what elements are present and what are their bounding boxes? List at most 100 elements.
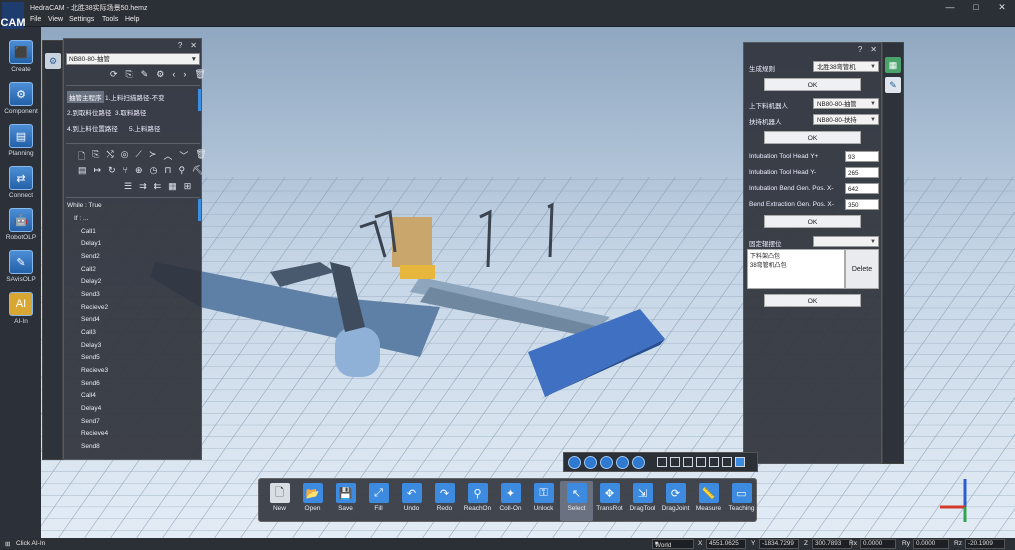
code-line[interactable]: Recieve3 <box>81 367 108 374</box>
code-line[interactable]: Send3 <box>81 291 100 298</box>
code-line[interactable]: Call1 <box>81 228 96 235</box>
drag-joint-button[interactable]: ⟳ DragJoint <box>659 481 692 521</box>
unlock-button[interactable]: ⚿ Unlock <box>527 481 560 521</box>
coll-on-button[interactable]: ✦ Coll-On <box>494 481 527 521</box>
holder-robot-select[interactable]: NB80-80-扶持 ▼ <box>813 114 879 125</box>
code-line[interactable]: Call2 <box>81 266 96 273</box>
io-icon[interactable]: ⊕ <box>135 165 143 176</box>
ok-button-1[interactable]: OK <box>764 78 861 91</box>
redo-button[interactable]: ↷ Redo <box>428 481 461 521</box>
trans-rot-button[interactable]: ✥ TransRot <box>593 481 626 521</box>
ok-button-3[interactable]: OK <box>764 215 861 228</box>
maximize-button[interactable]: □ <box>963 0 989 15</box>
grid-icon[interactable]: ▦ <box>168 181 177 192</box>
list-item[interactable]: 38弯管机凸包 <box>750 260 842 269</box>
view-front-icon[interactable] <box>568 455 581 469</box>
code-line[interactable]: Call3 <box>81 329 96 336</box>
roller-list[interactable]: 下料架凸包 38弯管机凸包 <box>747 249 845 289</box>
sidebar-item-savisolp[interactable]: ✎ SAvisOLP <box>3 250 39 283</box>
edit-icon[interactable]: ✎ <box>141 69 149 80</box>
help-icon[interactable]: ? <box>178 41 182 50</box>
layout-7-icon[interactable] <box>735 457 745 467</box>
ok-button-2[interactable]: OK <box>764 131 861 144</box>
reach-on-button[interactable]: ⚲ ReachOn <box>461 481 494 521</box>
delete-icon[interactable]: 🗑 <box>194 69 205 80</box>
tool-head-y-plus-input[interactable]: 93 <box>845 151 879 162</box>
teaching-button[interactable]: ▭ Teaching <box>725 481 758 521</box>
drag-tool-button[interactable]: ⇲ DragTool <box>626 481 659 521</box>
view-side-icon[interactable] <box>600 455 613 469</box>
code-line[interactable]: Send6 <box>81 380 100 387</box>
branch-icon[interactable]: ⑂ <box>123 165 128 176</box>
undo-button[interactable]: ↶ Undo <box>395 481 428 521</box>
set-icon[interactable]: ⇉ <box>139 181 147 192</box>
code-line[interactable]: Delay1 <box>81 240 101 247</box>
minimize-button[interactable]: — <box>937 0 963 15</box>
trash-icon[interactable]: 🗑 <box>195 149 206 165</box>
copy-icon[interactable]: ⎘ <box>126 69 133 80</box>
select-button[interactable]: ↖ Select <box>560 481 593 521</box>
tab-path-4[interactable]: 4.到上料位置路径 <box>67 123 118 133</box>
menu-help[interactable]: Help <box>125 16 139 23</box>
sidebar-item-component[interactable]: ⚙ Component <box>3 82 39 115</box>
code-line[interactable]: Recieve2 <box>81 304 108 311</box>
code-line[interactable]: Send5 <box>81 354 100 361</box>
menu-file[interactable]: File <box>30 16 41 23</box>
menu-view[interactable]: View <box>48 16 63 23</box>
close-icon[interactable]: ✕ <box>190 41 197 50</box>
ok-button-4[interactable]: OK <box>764 294 861 307</box>
tab-path-5[interactable]: 5.上料路径 <box>129 123 160 133</box>
menu-tools[interactable]: Tools <box>102 16 118 23</box>
list-icon[interactable]: ☰ <box>124 181 132 192</box>
menu-settings[interactable]: Settings <box>69 16 94 23</box>
fill-button[interactable]: ⤢ Fill <box>362 481 395 521</box>
refresh-icon[interactable]: ⟳ <box>110 69 118 80</box>
next-icon[interactable]: › <box>183 69 186 80</box>
tab-path-1[interactable]: 1.上料扫描路径-不变 <box>105 92 165 102</box>
gen-rule-select[interactable]: 北胜38弯管机 ▼ <box>813 61 879 72</box>
code-line[interactable]: Send4 <box>81 316 100 323</box>
up-icon[interactable]: ︿ <box>163 149 172 165</box>
close-icon[interactable]: ✕ <box>870 45 877 54</box>
layout-6-icon[interactable] <box>722 457 732 467</box>
code-line[interactable]: If : ... <box>74 215 88 222</box>
code-line[interactable]: Send7 <box>81 418 100 425</box>
layout-4-icon[interactable] <box>696 457 706 467</box>
bend-gen-pos-input[interactable]: 642 <box>845 183 879 194</box>
code-line[interactable]: While : True <box>67 202 102 209</box>
copy-cmd-icon[interactable]: ⎘ <box>92 149 99 165</box>
coord-frame-select[interactable]: World ▾ <box>652 539 694 549</box>
layout-1-icon[interactable] <box>657 457 667 467</box>
measure-button[interactable]: 📏 Measure <box>692 481 725 521</box>
arrow-icon[interactable]: ↦ <box>94 165 102 176</box>
close-window-button[interactable]: ✕ <box>989 0 1015 15</box>
view-fit-icon[interactable] <box>632 455 645 469</box>
new-button[interactable]: 🗋 New <box>263 481 296 521</box>
fixed-roller-select[interactable]: ▼ <box>813 236 879 247</box>
var-icon[interactable]: ⊞ <box>184 181 192 192</box>
tab-main-program[interactable]: 抽管主程序 <box>67 91 104 103</box>
save-button[interactable]: 💾 Save <box>329 481 362 521</box>
code-line[interactable]: Send2 <box>81 253 100 260</box>
robot-select[interactable]: NB80-80-抽管 ▼ <box>66 53 200 65</box>
code-line[interactable]: Delay3 <box>81 342 101 349</box>
code-line[interactable]: Recieve4 <box>81 430 108 437</box>
down-icon[interactable]: ﹀ <box>179 149 188 165</box>
sidebar-item-create[interactable]: ⬛ Create <box>3 40 39 73</box>
tool-settings-icon[interactable]: ✎ <box>885 77 901 93</box>
line-icon[interactable]: ⟋ <box>136 149 142 165</box>
sidebar-item-robotolp[interactable]: 🤖 RobotOLP <box>3 208 39 241</box>
open-button[interactable]: 📂 Open <box>296 481 329 521</box>
code-line[interactable]: Delay4 <box>81 405 101 412</box>
map-icon[interactable]: ▦ <box>885 57 901 73</box>
robot-program-icon[interactable]: ⚙ <box>45 53 61 69</box>
loader-robot-select[interactable]: NB80-80-抽管 ▼ <box>813 98 879 109</box>
layout-2-icon[interactable] <box>670 457 680 467</box>
layout-5-icon[interactable] <box>709 457 719 467</box>
help-icon[interactable]: ? <box>858 45 862 54</box>
tab-path-3[interactable]: 3.取料路径 <box>115 107 146 117</box>
view-top-icon[interactable] <box>584 455 597 469</box>
tool-head-y-minus-input[interactable]: 265 <box>845 167 879 178</box>
delete-button[interactable]: Delete <box>845 249 879 289</box>
settings-icon[interactable]: ⚙ <box>156 69 164 80</box>
